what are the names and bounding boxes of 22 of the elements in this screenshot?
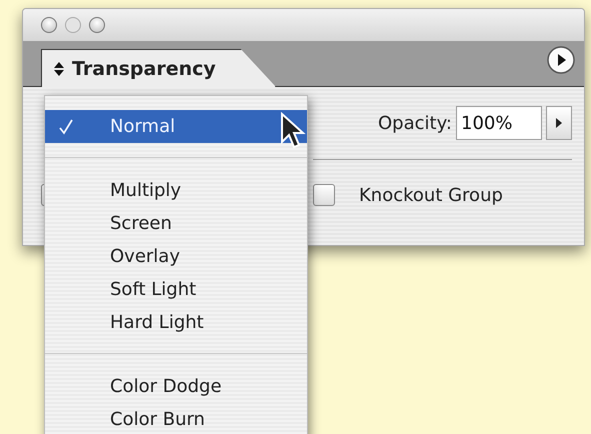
menu-item[interactable]: Color Dodge	[45, 370, 307, 403]
menu-item[interactable]: Normal	[45, 110, 307, 143]
up-down-arrows-icon	[54, 62, 64, 76]
mouse-pointer-icon	[280, 112, 306, 150]
menu-item[interactable]: Hard Light	[45, 306, 307, 339]
panel-menu-button[interactable]	[546, 45, 576, 75]
close-button[interactable]	[41, 17, 57, 33]
menu-item[interactable]: Multiply	[45, 174, 307, 207]
menu-item[interactable]: Soft Light	[45, 273, 307, 306]
opacity-arrow-button[interactable]	[546, 106, 572, 140]
checkmark-icon	[59, 118, 73, 134]
menu-item[interactable]: Overlay	[45, 240, 307, 273]
opacity-field[interactable]: 100%	[456, 106, 542, 140]
checkbox-label: Knockout Group	[359, 184, 503, 206]
tab-label: Transparency	[72, 58, 216, 80]
checkbox[interactable]	[313, 184, 335, 206]
panel-tab[interactable]: Transparency	[41, 49, 276, 87]
menu-item[interactable]: Color Burn	[45, 403, 307, 434]
triangle-right-icon	[555, 117, 563, 129]
opacity-label: Opacity:	[378, 112, 452, 134]
zoom-button[interactable]	[89, 17, 105, 33]
menu-item[interactable]: Screen	[45, 207, 307, 240]
